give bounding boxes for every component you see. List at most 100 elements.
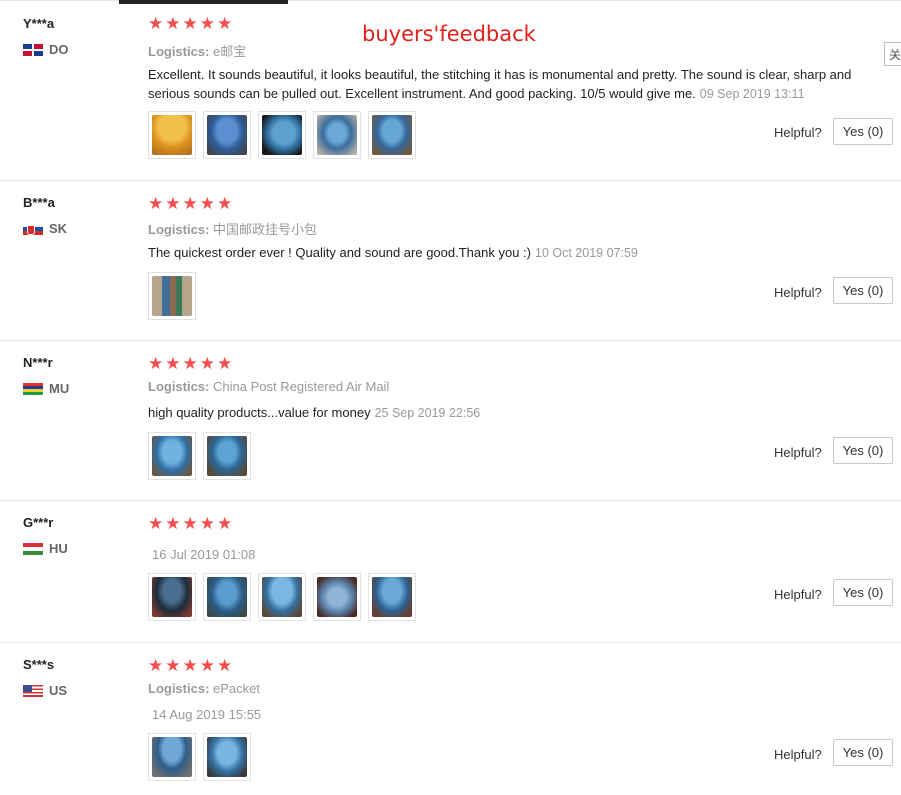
comment-text: The quickest order ever ! Quality and so…	[148, 245, 531, 260]
logistics-value: China Post Registered Air Mail	[213, 379, 390, 394]
helpful-label: Helpful?	[774, 747, 822, 762]
logistics-info: Logistics: ePacket	[148, 681, 260, 696]
review-date: 10 Oct 2019 07:59	[535, 246, 638, 260]
review-photos	[148, 573, 423, 621]
star-icon: ★	[165, 514, 181, 534]
star-rating: ★ ★ ★ ★ ★	[148, 16, 234, 33]
reviewer-country: MU	[23, 381, 69, 396]
review-photo-thumbnail[interactable]	[313, 573, 361, 621]
star-icon: ★	[165, 354, 181, 374]
country-code: US	[49, 683, 68, 698]
reviewer-name: Y***a	[23, 16, 55, 31]
logistics-label: Logistics:	[148, 681, 210, 696]
logistics-value: 中国邮政挂号小包	[213, 222, 318, 237]
flag-hu-icon	[23, 542, 43, 555]
star-icon: ★	[182, 354, 198, 374]
flag-mu-icon	[23, 382, 43, 395]
flag-us-icon	[23, 684, 43, 697]
star-icon: ★	[217, 194, 233, 214]
review-photos	[148, 432, 258, 480]
reviewer-country: SK	[23, 221, 67, 236]
helpful-label: Helpful?	[774, 587, 822, 602]
star-icon: ★	[182, 14, 198, 34]
star-rating: ★ ★ ★ ★ ★	[148, 516, 234, 533]
star-icon: ★	[199, 514, 215, 534]
review-photo-thumbnail[interactable]	[313, 111, 361, 159]
review-comment: high quality products...value for money 2…	[148, 403, 873, 423]
reviewer-country: US	[23, 683, 67, 698]
star-icon: ★	[148, 656, 164, 676]
star-icon: ★	[199, 14, 215, 34]
logistics-info: Logistics: e邮宝	[148, 41, 246, 60]
helpful-label: Helpful?	[774, 445, 822, 460]
reviewer-name: B***a	[23, 195, 55, 210]
country-code: DO	[49, 42, 69, 57]
star-icon: ★	[182, 194, 198, 214]
review-photo-thumbnail[interactable]	[148, 432, 196, 480]
review-photo-thumbnail[interactable]	[258, 111, 306, 159]
helpful-yes-button[interactable]: Yes (0)	[833, 437, 893, 464]
review-comment: The quickest order ever ! Quality and so…	[148, 243, 873, 263]
review-photo-thumbnail[interactable]	[148, 573, 196, 621]
review-date: 09 Sep 2019 13:11	[699, 87, 805, 101]
review-photo-thumbnail[interactable]	[148, 111, 196, 159]
review-photo-thumbnail[interactable]	[368, 111, 416, 159]
star-icon: ★	[199, 656, 215, 676]
reviewer-name: N***r	[23, 355, 53, 370]
review-photo-thumbnail[interactable]	[203, 111, 251, 159]
logistics-value: e邮宝	[213, 44, 247, 59]
review-photo-thumbnail[interactable]	[368, 573, 416, 621]
review-photo-thumbnail[interactable]	[203, 432, 251, 480]
logistics-info: Logistics: China Post Registered Air Mai…	[148, 379, 389, 394]
country-code: SK	[49, 221, 68, 236]
star-rating: ★ ★ ★ ★ ★	[148, 356, 234, 373]
comment-text: high quality products...value for money	[148, 405, 371, 420]
active-tab-indicator[interactable]	[119, 0, 288, 4]
review-photo-thumbnail[interactable]	[258, 573, 306, 621]
review-photos	[148, 733, 258, 781]
star-icon: ★	[148, 194, 164, 214]
reviewer-name: S***s	[23, 657, 55, 672]
star-icon: ★	[148, 14, 164, 34]
review-item: G***r HU ★ ★ ★ ★ ★ 16 Jul 2019 01:08 Hel…	[0, 501, 901, 643]
star-rating: ★ ★ ★ ★ ★	[148, 658, 234, 675]
review-photos	[148, 272, 203, 320]
helpful-yes-button[interactable]: Yes (0)	[833, 118, 893, 145]
review-date: 14 Aug 2019 15:55	[152, 707, 262, 722]
star-icon: ★	[182, 514, 198, 534]
country-code: MU	[49, 381, 70, 396]
reviewer-country: DO	[23, 42, 69, 57]
country-code: HU	[49, 541, 68, 556]
star-icon: ★	[199, 354, 215, 374]
helpful-label: Helpful?	[774, 125, 822, 140]
review-item: S***s US ★ ★ ★ ★ ★ Logistics: ePacket 14…	[0, 643, 901, 795]
flag-do-icon	[23, 43, 43, 56]
star-icon: ★	[165, 194, 181, 214]
review-photo-thumbnail[interactable]	[203, 733, 251, 781]
star-icon: ★	[217, 656, 233, 676]
review-photos	[148, 111, 423, 159]
star-icon: ★	[148, 514, 164, 534]
star-icon: ★	[165, 656, 181, 676]
review-date: 16 Jul 2019 01:08	[152, 547, 256, 562]
logistics-label: Logistics:	[148, 379, 210, 394]
review-photo-thumbnail[interactable]	[148, 272, 196, 320]
helpful-yes-button[interactable]: Yes (0)	[833, 277, 893, 304]
logistics-value: ePacket	[213, 681, 261, 696]
star-icon: ★	[217, 354, 233, 374]
reviewer-country: HU	[23, 541, 68, 556]
review-comment: Excellent. It sounds beautiful, it looks…	[148, 65, 873, 104]
star-icon: ★	[165, 14, 181, 34]
star-icon: ★	[148, 354, 164, 374]
helpful-yes-button[interactable]: Yes (0)	[833, 739, 893, 766]
helpful-label: Helpful?	[774, 285, 822, 300]
review-item: N***r MU ★ ★ ★ ★ ★ Logistics: China Post…	[0, 341, 901, 501]
review-date: 25 Sep 2019 22:56	[374, 406, 481, 420]
helpful-yes-button[interactable]: Yes (0)	[833, 579, 893, 606]
review-item: B***a SK ★ ★ ★ ★ ★ Logistics: 中国邮政挂号小包 T…	[0, 181, 901, 341]
logistics-info: Logistics: 中国邮政挂号小包	[148, 219, 317, 238]
review-photo-thumbnail[interactable]	[148, 733, 196, 781]
star-icon: ★	[199, 194, 215, 214]
reviewer-name: G***r	[23, 515, 54, 530]
review-photo-thumbnail[interactable]	[203, 573, 251, 621]
